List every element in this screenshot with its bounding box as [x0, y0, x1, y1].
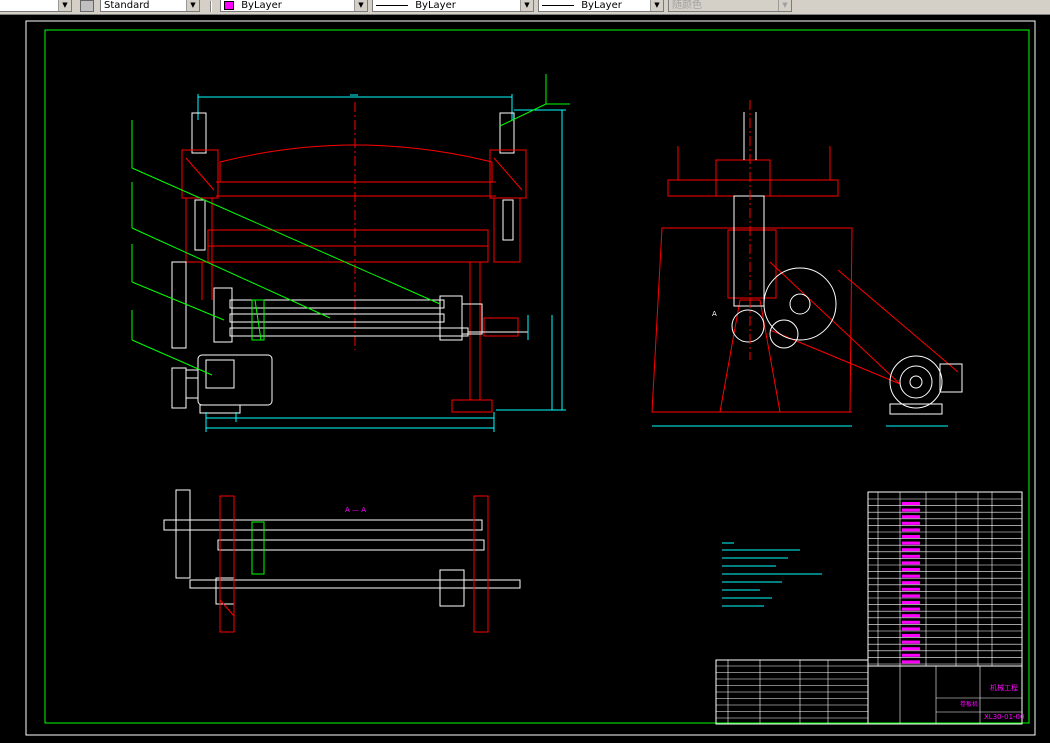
toolbar-separator [210, 1, 212, 12]
table-cell-text [902, 508, 920, 512]
side-view [651, 100, 963, 427]
part-name: 卷板机 [960, 700, 978, 708]
text-style-icon[interactable] [80, 0, 94, 12]
text-style-combo[interactable]: Standard ▼ [100, 0, 200, 12]
title-company: 机械工程 [990, 683, 1018, 692]
plot-style-combo[interactable]: 随颜色 ▼ [668, 0, 792, 12]
front-view [131, 74, 570, 432]
linetype-combo[interactable]: ByLayer ▼ [372, 0, 534, 12]
chevron-down-icon[interactable]: ▼ [650, 0, 663, 11]
linetype-sample-icon [376, 4, 408, 6]
table-cell-text [902, 640, 920, 644]
table-cell-text [902, 614, 920, 618]
chevron-down-icon[interactable]: ▼ [778, 0, 791, 11]
chevron-down-icon[interactable]: ▼ [354, 0, 367, 11]
parts-list [715, 491, 1023, 725]
table-cell-text [902, 653, 920, 657]
layer-color-combo[interactable]: ByLayer ▼ [220, 0, 368, 12]
plot-style-value: 随颜色 [672, 0, 702, 11]
table-cell-text [902, 607, 920, 611]
technical-notes [722, 542, 822, 607]
table-cell-text [902, 541, 920, 545]
table-cell-text [902, 535, 920, 538]
table-cell-text [902, 568, 920, 571]
table-cell-text [902, 634, 920, 637]
table-cell-text [902, 574, 920, 578]
table-cell-text [902, 528, 920, 532]
properties-toolbar: ▼ Standard ▼ ByLayer ▼ ByLayer ▼ ByLayer… [0, 0, 1050, 15]
drawing-frame [25, 20, 1036, 736]
linetype-value: ByLayer [415, 0, 456, 11]
lineweight-sample-icon [542, 4, 574, 6]
parts-list-rows [716, 492, 1022, 724]
lineweight-combo[interactable]: ByLayer ▼ [538, 0, 664, 12]
drawing-canvas[interactable]: A — A A 机械工程 卷板机 XL30-01-00 [0, 15, 1050, 743]
section-label: A — A [345, 506, 366, 514]
table-cell-text [902, 601, 920, 604]
table-cell-text [902, 660, 920, 664]
chevron-down-icon[interactable]: ▼ [186, 0, 199, 11]
table-cell-text [902, 587, 920, 591]
prev-combo[interactable]: ▼ [0, 0, 72, 12]
table-cell-text [902, 521, 920, 525]
table-cell-text [902, 647, 920, 651]
drawing-number: XL30-01-00 [984, 713, 1024, 721]
text-style-value: Standard [104, 0, 150, 11]
view-marker: A [712, 310, 717, 318]
table-cell-text [902, 502, 920, 505]
section-view [163, 489, 521, 633]
table-cell-text [902, 581, 920, 585]
lineweight-value: ByLayer [581, 0, 622, 11]
layer-color-value: ByLayer [241, 0, 282, 11]
table-cell-text [902, 515, 920, 519]
table-cell-text [902, 594, 920, 598]
table-cell-text [902, 554, 920, 558]
chevron-down-icon[interactable]: ▼ [520, 0, 533, 11]
color-swatch-icon [224, 0, 234, 10]
table-cell-text [902, 561, 920, 565]
chevron-down-icon[interactable]: ▼ [58, 0, 71, 11]
table-cell-text [902, 620, 920, 624]
table-cell-text [902, 627, 920, 631]
table-cell-text [902, 548, 920, 552]
